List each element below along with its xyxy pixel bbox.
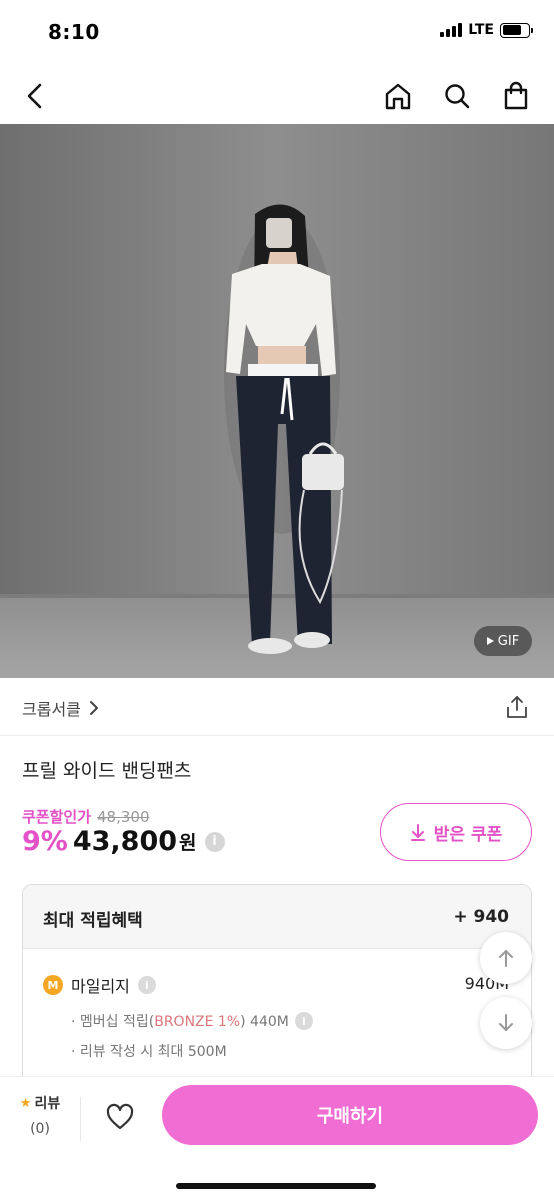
divider: [80, 1097, 81, 1141]
price-info-icon[interactable]: i: [204, 831, 225, 852]
discount-rate: 9%: [22, 826, 68, 857]
search-button[interactable]: [437, 76, 477, 116]
arrow-up-icon: [499, 950, 513, 967]
review-label: 리뷰: [34, 1096, 61, 1112]
top-nav: [0, 66, 554, 124]
price-row: 9% 43,800 원 i: [22, 826, 225, 857]
share-icon: [507, 696, 527, 718]
share-button[interactable]: [504, 694, 530, 720]
chevron-right-icon: [89, 701, 98, 715]
product-photo: [0, 124, 554, 678]
coupon-button-label: 받은 쿠폰: [433, 824, 503, 845]
battery-icon: [500, 22, 533, 38]
benefit-panel: 최대 적립혜택 + 940 M 마일리지 i 940M · 멤버십 적립(BRO…: [22, 884, 532, 1094]
signal-icon: [440, 23, 463, 37]
buy-button[interactable]: 구매하기: [162, 1085, 538, 1145]
scroll-up-button[interactable]: [480, 932, 532, 984]
heart-icon: [106, 1103, 134, 1130]
brand-row: 크롭서클: [0, 678, 554, 736]
gif-label: GIF: [497, 633, 520, 649]
cart-button[interactable]: [496, 76, 536, 116]
received-coupon-button[interactable]: 받은 쿠폰: [380, 803, 532, 861]
brand-link[interactable]: 크롭서클: [22, 696, 99, 720]
status-time: 8:10: [48, 20, 100, 44]
home-indicator: [176, 1183, 376, 1189]
membership-prefix: · 멤버십 적립(: [71, 1014, 155, 1030]
mileage-badge-icon: M: [43, 975, 63, 995]
sale-price: 43,800: [72, 826, 178, 857]
coupon-price-label: 쿠폰할인가: [22, 808, 92, 826]
mileage-info-icon[interactable]: i: [137, 976, 156, 994]
search-icon: [445, 84, 470, 109]
back-button[interactable]: [16, 76, 56, 116]
bottom-action-bar: ★ 리뷰 (0) 구매하기: [0, 1076, 554, 1200]
membership-suffix: ) 440M: [240, 1014, 289, 1030]
play-icon: [486, 637, 494, 645]
membership-mileage-line: · 멤버십 적립(BRONZE 1%) 440M i: [71, 1011, 313, 1031]
status-bar: 8:10 LTE: [0, 0, 554, 66]
mileage-row: M 마일리지 i: [43, 973, 156, 997]
benefit-total: + 940: [453, 907, 509, 927]
product-image[interactable]: GIF: [0, 124, 554, 678]
original-price: 48,300: [97, 808, 150, 826]
coupon-price-label-row: 쿠폰할인가 48,300: [22, 806, 150, 827]
mileage-label: 마일리지: [71, 977, 130, 996]
review-mileage-line: · 리뷰 작성 시 최대 500M: [71, 1044, 227, 1060]
status-indicators: LTE: [440, 22, 533, 38]
arrow-down-icon: [499, 1014, 513, 1031]
gif-badge[interactable]: GIF: [474, 626, 532, 656]
review-summary[interactable]: ★ 리뷰 (0): [12, 1093, 68, 1138]
review-count: (0): [30, 1121, 50, 1137]
star-icon: ★: [19, 1095, 32, 1111]
download-icon: [410, 824, 425, 841]
membership-grade: BRONZE 1%: [154, 1014, 241, 1030]
wishlist-button[interactable]: [100, 1097, 140, 1137]
product-title: 프릴 와이드 밴딩팬츠: [22, 760, 192, 782]
home-button[interactable]: [378, 76, 418, 116]
shopping-bag-icon: [504, 81, 528, 110]
benefit-header[interactable]: 최대 적립혜택 + 940: [23, 885, 531, 949]
scroll-down-button[interactable]: [480, 997, 532, 1049]
brand-name: 크롭서클: [22, 700, 81, 719]
membership-info-icon[interactable]: i: [294, 1012, 313, 1030]
chevron-left-icon: [27, 83, 42, 109]
benefit-title: 최대 적립혜택: [43, 911, 143, 931]
network-label: LTE: [468, 22, 494, 38]
home-icon: [385, 83, 411, 110]
currency-label: 원: [179, 832, 197, 854]
